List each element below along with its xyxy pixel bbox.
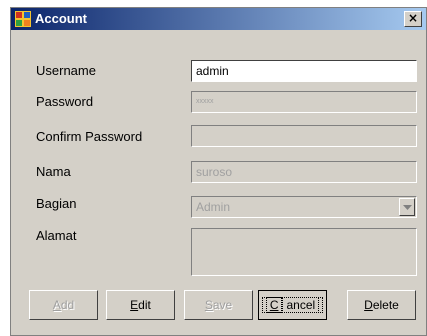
nama-label: Nama — [36, 164, 71, 179]
nama-field[interactable]: suroso — [191, 161, 417, 183]
close-icon: × — [407, 11, 419, 25]
confirm-password-field[interactable] — [191, 125, 417, 147]
password-label: Password — [36, 94, 94, 109]
close-button[interactable]: × — [404, 11, 422, 27]
username-field[interactable]: admin — [191, 60, 417, 82]
edit-button[interactable]: Edit — [106, 290, 175, 320]
confirm-password-label: Confirm Password — [36, 129, 143, 144]
window-title: Account — [35, 11, 87, 26]
delete-button[interactable]: Delete — [347, 290, 416, 320]
alamat-textarea[interactable] — [191, 228, 417, 276]
bagian-select-value: Admin — [196, 200, 231, 214]
save-button[interactable]: Save — [184, 290, 253, 320]
bagian-label: Bagian — [36, 196, 77, 211]
title-bar[interactable]: Account × — [11, 8, 426, 30]
cancel-button[interactable]: Cancel — [258, 290, 327, 320]
username-label: Username — [36, 63, 96, 78]
app-icon — [15, 11, 31, 27]
add-button[interactable]: Add — [29, 290, 98, 320]
account-window: Account × Username admin Password xxxxx … — [10, 7, 427, 336]
bagian-select[interactable]: Admin — [191, 196, 417, 218]
alamat-label: Alamat — [36, 228, 77, 243]
password-field[interactable]: xxxxx — [191, 91, 417, 113]
dropdown-arrow-button[interactable] — [399, 198, 415, 216]
chevron-down-icon — [403, 205, 412, 210]
